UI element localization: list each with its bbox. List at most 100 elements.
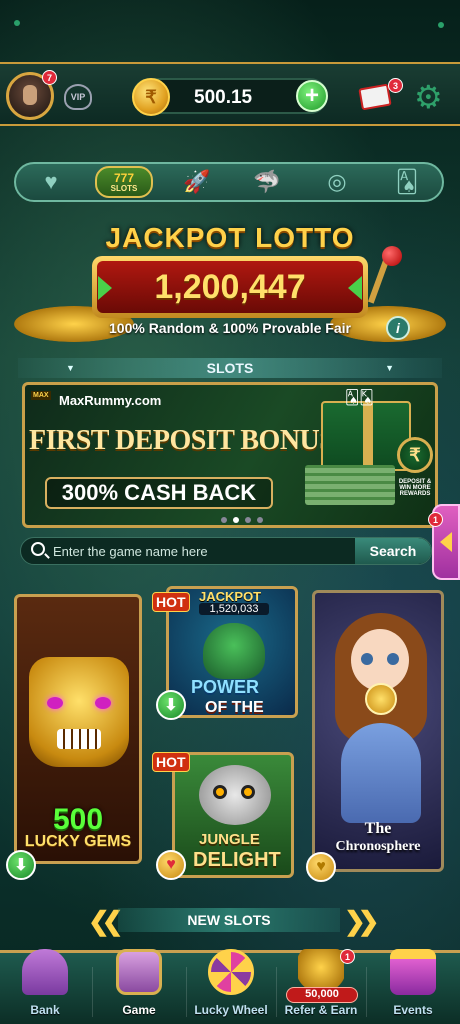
nav-divider [92,967,93,1017]
refer-badge: 1 [340,949,355,964]
game-tile-jungle-delight[interactable]: JUNGLE DELIGHT [172,752,294,878]
avatar-badge: 7 [42,70,57,85]
banner-pager [221,517,263,523]
rupee-coin-icon: ₹ [397,437,433,473]
girl-dress-art [341,723,421,823]
slot-machine-icon [116,949,162,995]
playing-cards-icon: 🂡🂮 [345,389,374,405]
nav-label: Bank [30,1003,60,1017]
slots-section-title: SLOTS [206,360,254,376]
tab-cards-icon[interactable]: 🂡 [381,166,433,198]
coin-icon: ₹ [132,78,170,116]
lemur-eye [241,785,255,799]
favorite-heart-icon[interactable]: ♥ [306,852,336,882]
dropdown-right-icon: ▼ [385,363,394,373]
status-dot [438,22,444,28]
nav-divider [366,967,367,1017]
search-input[interactable] [53,541,353,561]
nav-events[interactable]: Events [368,949,458,1024]
nav-refer-earn[interactable]: 50,000 1 Refer & Earn [276,949,366,1024]
search-bar: Search [20,537,432,565]
chevron-left-icon[interactable]: ❮❮ [88,906,123,937]
slots-777-icon: 777 [113,170,135,185]
tab-crash-rocket-icon[interactable]: 🚀 [171,166,223,198]
hot-badge: HOT [152,592,190,612]
mask-eye [95,697,111,709]
category-tabs: ♥ 777 SLOTS 🚀 🦈 ◎ 🂡 [14,162,444,202]
search-icon [31,542,45,556]
side-tab-badge: 1 [428,512,443,527]
game-tile-lucky-gems[interactable]: 500 LUCKY GEMS [14,594,142,864]
chevron-right-icon[interactable]: ❯❯ [344,906,379,937]
dropdown-left-icon: ▼ [66,363,75,373]
nav-lucky-wheel[interactable]: Lucky Wheel [186,949,276,1024]
lucky-wheel-icon [208,949,254,995]
slots-section-bar[interactable]: ▼ SLOTS ▼ [18,358,442,378]
nav-label: Lucky Wheel [194,1003,268,1017]
game-title-line1: JUNGLE [199,831,260,848]
cash-stack-icon [305,465,395,505]
mask-eye [47,697,63,709]
banner-site: MaxRummy.com [59,393,162,408]
game-title-line1: POWER [191,677,260,697]
balance-value: 500.15 [194,87,253,108]
status-dot [14,20,20,26]
tab-slots[interactable]: 777 SLOTS [95,166,153,198]
side-arrow-icon [440,532,452,552]
gift-box-icon [390,949,436,995]
promo-banner[interactable]: MAX MaxRummy.com FIRST DEPOSIT BONUS 300… [22,382,438,528]
mail-icon[interactable] [358,83,392,111]
download-icon[interactable]: ⬇ [156,690,186,720]
nav-label: Refer & Earn [284,1003,358,1017]
info-icon[interactable]: i [386,316,410,340]
lever-ball-icon [382,246,402,266]
favorite-heart-icon[interactable]: ♥ [156,850,186,880]
game-title-line2: Chronosphere [335,839,421,854]
pager-dot[interactable] [257,517,263,523]
clock-icon [365,683,397,715]
kraken-monster-art [203,623,265,679]
download-icon[interactable]: ⬇ [6,850,36,880]
kraken-jackpot-label: JACKPOT [199,589,262,604]
game-title-line2: DELIGHT [193,849,281,871]
nav-label: Events [393,1003,433,1017]
jackpot-right-arrow-icon [348,276,362,300]
lemur-art [199,765,271,825]
vip-icon[interactable]: VIP [64,84,92,110]
hot-badge: HOT [152,752,190,772]
new-slots-bar[interactable]: NEW SLOTS [118,908,340,932]
pager-dot[interactable] [221,517,227,523]
pager-dot[interactable] [245,517,251,523]
nav-game[interactable]: Game [94,949,184,1024]
kraken-jackpot-value: 1,520,033 [199,603,269,615]
girl-face-art [351,629,409,691]
jackpot-amount: 1,200,447 [97,261,363,313]
mail-badge: 3 [388,78,403,93]
search-button[interactable]: Search [355,538,431,564]
bottom-nav: Bank Game Lucky Wheel 50,000 1 Refer & E… [0,949,460,1024]
tab-slots-label: SLOTS [110,183,138,193]
banner-note: DEPOSIT & WIN MORE REWARDS [398,479,432,497]
tab-fishing-shark-icon[interactable]: 🦈 [241,166,293,198]
lemur-eye [213,785,227,799]
avatar-face [23,85,37,105]
refer-amount: 50,000 [286,987,358,1003]
nav-bank[interactable]: Bank [0,949,90,1024]
tab-favorites-heart-icon[interactable]: ♥ [25,166,77,198]
maxrummy-logo: MAX [31,391,51,400]
pager-dot-active[interactable] [233,517,239,523]
mask-mouth [57,729,101,749]
bank-building-icon [22,949,68,995]
settings-gear-icon[interactable]: ⚙ [414,78,443,116]
game-title-line1: The [364,820,392,837]
jackpot-left-arrow-icon [98,276,112,300]
jackpot-counter[interactable]: 1,200,447 [92,256,368,318]
banner-cashback: 300% CASH BACK [45,477,273,509]
add-cash-button[interactable]: + [296,80,328,112]
tab-roulette-icon[interactable]: ◎ [311,166,363,198]
game-tile-the-chronosphere[interactable]: The Chronosphere [312,590,444,872]
banner-title: FIRST DEPOSIT BONUS [29,425,335,456]
balance-box: ₹ 500.15 + [132,78,328,116]
gift-ribbon [363,403,373,469]
nav-label: Game [122,1003,156,1017]
